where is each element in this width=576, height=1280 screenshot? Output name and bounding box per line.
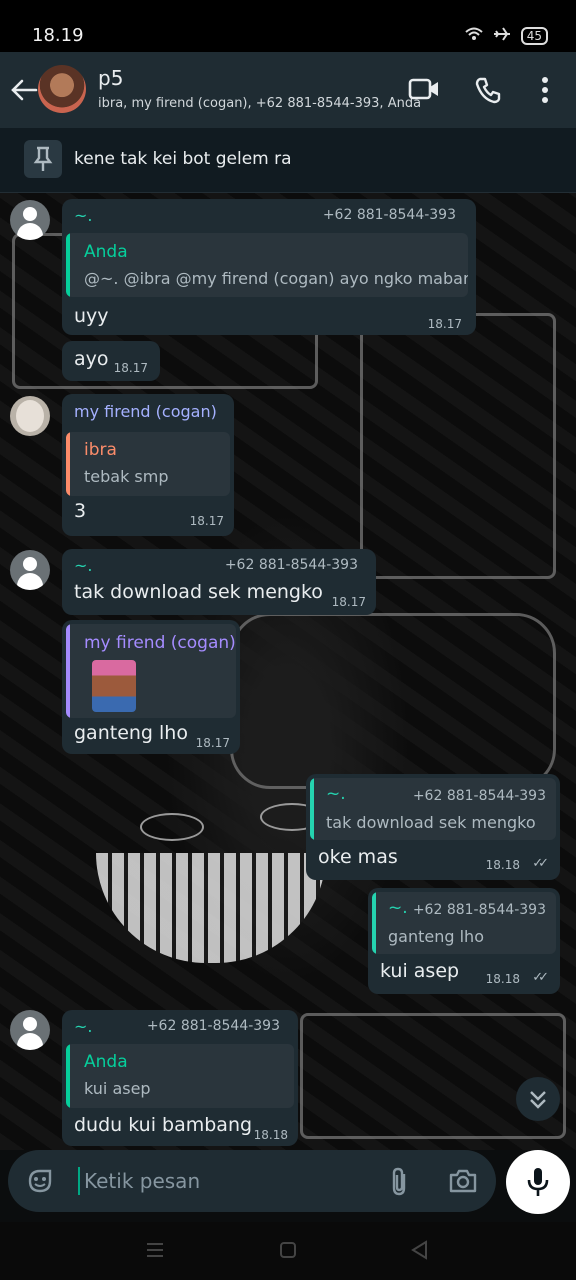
microphone-icon [526,1166,550,1202]
sender-phone: +62 881-8544-393 [224,557,358,573]
wallpaper-frame [360,313,556,579]
battery-indicator: 45 [520,27,548,45]
quote-author: Anda [84,242,128,262]
quote-author: my firend (cogan) [84,633,236,653]
sender-name[interactable]: ~. [74,1017,93,1036]
back-arrow-icon[interactable] [10,78,38,102]
quoted-message[interactable]: Anda kui asep [66,1044,294,1108]
quoted-message[interactable]: ~. +62 881-8544-393 ganteng lho [372,892,556,954]
status-time: 18.19 [32,25,84,46]
quote-author: ibra [84,440,117,460]
camera-icon[interactable] [448,1168,478,1198]
quote-text: tebak smp [84,467,169,486]
group-avatar[interactable] [38,65,86,113]
quote-author: ~. [388,898,408,918]
quoted-message[interactable]: ~. +62 881-8544-393 tak download sek men… [310,778,556,840]
message-bubble[interactable]: my firend (cogan) ganteng lho 18.17 [62,620,240,754]
quote-author: ~. [326,784,346,804]
message-time: 18.18 [485,972,520,986]
pinned-message-text: kene tak kei bot gelem ra [74,149,292,169]
voice-call-icon[interactable] [474,76,502,108]
quoted-message[interactable]: my firend (cogan) [66,624,236,718]
avatar[interactable] [10,550,50,590]
wallpaper-eye [140,813,204,841]
message-time: 18.17 [195,736,230,750]
sender-phone: +62 881-8544-393 [146,1018,280,1034]
wallpaper-grin [96,853,326,963]
member-list[interactable]: ibra, my firend (cogan), +62 881-8544-39… [98,96,421,111]
quote-phone: +62 881-8544-393 [412,902,546,918]
message-input[interactable]: Ketik pesan [84,1169,200,1193]
text-caret [78,1167,80,1195]
chat-header: p5 ibra, my firend (cogan), +62 881-8544… [0,52,576,128]
message-text: kui asep [380,960,460,982]
message-text: oke mas [318,846,398,868]
message-bubble[interactable]: ayo 18.17 [62,341,160,381]
message-composer[interactable]: Ketik pesan [8,1150,496,1212]
message-text: ayo [74,348,109,370]
avatar[interactable] [10,200,50,240]
sender-phone: +62 881-8544-393 [322,207,456,223]
message-bubble[interactable]: ~. +62 881-8544-393 Anda @~. @ibra @my f… [62,199,476,335]
message-bubble-outgoing[interactable]: ~. +62 881-8544-393 tak download sek men… [306,774,560,880]
pinned-message-bar[interactable]: kene tak kei bot gelem ra [0,128,576,193]
scroll-to-bottom-button[interactable] [516,1077,560,1121]
message-time: 18.17 [427,317,462,331]
message-bubble[interactable]: my firend (cogan) ibra tebak smp 3 18.17 [62,394,234,536]
message-text: ganteng lho [74,722,188,744]
chevron-down-icon [516,1091,560,1125]
system-navigation-bar [0,1222,576,1280]
message-time: 18.18 [485,858,520,872]
double-check-icon: ✓✓ [532,970,549,985]
attach-icon[interactable] [388,1166,412,1202]
wallpaper-frame [230,613,556,789]
quoted-message[interactable]: ibra tebak smp [66,432,230,496]
sender-name[interactable]: ~. [74,556,93,575]
more-options-icon[interactable] [540,76,550,108]
message-text: dudu kui bambang [74,1114,253,1136]
quote-text: ganteng lho [388,927,484,946]
quote-text: tak download sek mengko [326,813,536,832]
quote-photo-thumbnail [92,660,136,712]
avatar[interactable] [10,1010,50,1050]
system-icons: 45 [465,26,548,46]
message-time: 18.17 [113,361,148,375]
message-bubble-outgoing[interactable]: ~. +62 881-8544-393 ganteng lho kui asep… [368,888,560,994]
message-text: 3 [74,500,87,522]
message-text: uyy [74,305,109,327]
message-text: tak download sek mengko [74,581,323,603]
sender-name[interactable]: my firend (cogan) [74,402,217,421]
recent-apps-icon[interactable] [146,1242,164,1262]
status-bar: 18.19 45 [0,0,576,52]
airplane-icon [493,26,511,46]
voice-record-button[interactable] [506,1150,570,1214]
message-time: 18.17 [189,514,224,528]
quote-text: kui asep [84,1079,151,1098]
quote-phone: +62 881-8544-393 [412,788,546,804]
sticker-icon[interactable] [26,1167,54,1199]
quoted-message[interactable]: Anda @~. @ibra @my firend (cogan) ayo ng… [66,233,468,297]
message-time: 18.18 [253,1128,288,1142]
sender-name[interactable]: ~. [74,206,93,225]
home-icon[interactable] [279,1241,297,1263]
quote-text: @~. @ibra @my firend (cogan) ayo ngko ma… [84,269,468,288]
pin-icon [24,140,62,178]
chat-title[interactable]: p5 [98,66,123,90]
avatar[interactable] [10,396,50,436]
video-call-icon[interactable] [408,76,440,106]
message-time: 18.17 [331,595,366,609]
message-bubble[interactable]: ~. +62 881-8544-393 Anda kui asep dudu k… [62,1010,298,1146]
back-nav-icon[interactable] [410,1240,428,1264]
wifi-icon [465,27,483,45]
message-bubble[interactable]: ~. +62 881-8544-393 tak download sek men… [62,549,376,615]
quote-author: Anda [84,1052,128,1072]
double-check-icon: ✓✓ [532,856,549,871]
